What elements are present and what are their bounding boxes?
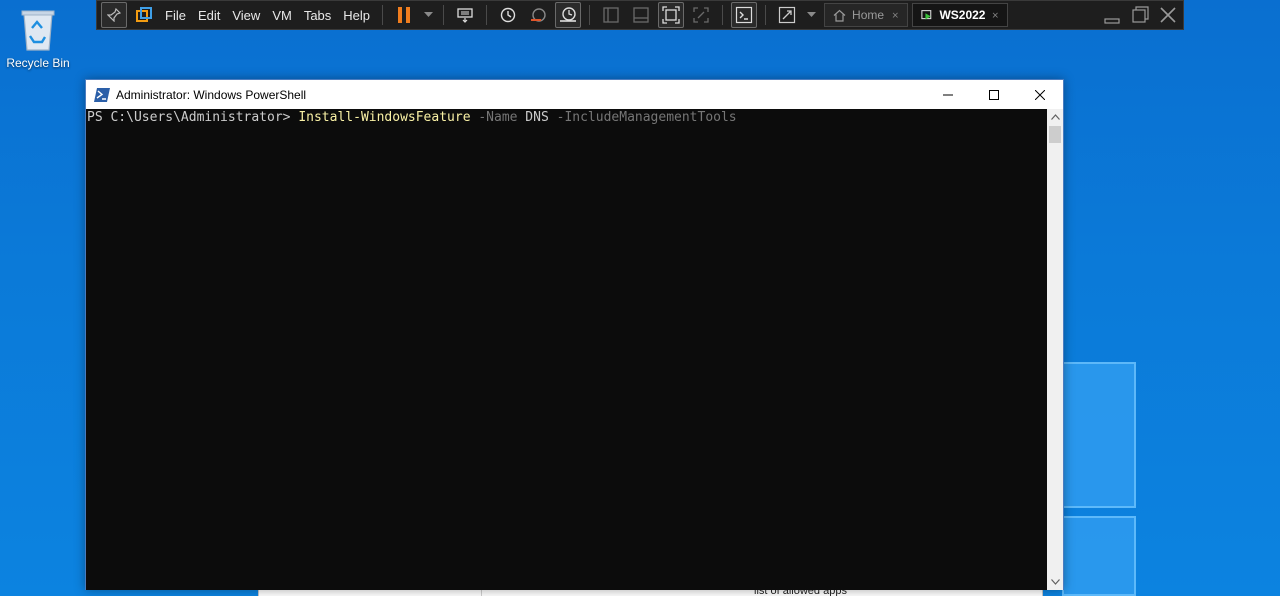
window-controls (925, 80, 1063, 109)
menu-edit[interactable]: Edit (192, 2, 226, 28)
toolbar-divider (382, 5, 384, 25)
snapshot-manager-icon (560, 7, 577, 22)
terminal-icon (735, 6, 753, 24)
snapshot-manager-button[interactable] (555, 2, 582, 28)
vm-toolbar: File Edit View VM Tabs Help Home ⨯ WS202… (96, 0, 1184, 30)
vmware-logo-icon (136, 7, 152, 22)
toolbar-divider (486, 5, 488, 25)
close-icon[interactable] (1159, 6, 1177, 24)
console-area[interactable]: PS C:\Users\Administrator> Install-Windo… (86, 109, 1047, 590)
powershell-titlebar[interactable]: Administrator: Windows PowerShell (86, 80, 1063, 109)
powershell-window: Administrator: Windows PowerShell PS C:\… (85, 79, 1064, 590)
send-ctrl-alt-del-button[interactable] (452, 2, 478, 28)
toolbar-divider (765, 5, 767, 25)
pause-icon (398, 7, 411, 23)
scroll-down-button[interactable] (1047, 574, 1063, 590)
scroll-up-button[interactable] (1047, 109, 1063, 125)
window-title: Administrator: Windows PowerShell (116, 87, 307, 102)
console-command-line: PS C:\Users\Administrator> Install-Windo… (87, 110, 737, 126)
toolbar-divider (589, 5, 591, 25)
console-prompt: PS C:\Users\Administrator> (87, 110, 299, 125)
keyboard-send-icon (457, 8, 473, 23)
console-cmdlet: Install-WindowsFeature (298, 110, 471, 125)
revert-snapshot-icon (531, 8, 546, 22)
tab-close-icon[interactable]: ⨯ (991, 10, 999, 21)
console-parameter-name: -Name (470, 110, 518, 125)
scroll-thumb[interactable] (1049, 126, 1061, 143)
show-thumbnail-bar-button[interactable] (628, 2, 654, 28)
unity-mode-button[interactable] (688, 2, 714, 28)
vmware-logo-button[interactable] (131, 2, 157, 28)
menu-file[interactable]: File (159, 2, 192, 28)
minimize-icon[interactable] (1103, 6, 1121, 24)
recycle-bin-icon (21, 10, 55, 51)
maximize-button[interactable] (971, 80, 1017, 109)
tab-home-label: Home (852, 8, 885, 22)
menu-help[interactable]: Help (337, 2, 376, 28)
stretch-dropdown-button[interactable] (804, 2, 818, 28)
console-view-button[interactable] (731, 2, 758, 28)
pin-toolbar-button[interactable] (101, 2, 127, 28)
full-screen-icon (662, 6, 680, 24)
show-library-button[interactable] (598, 2, 624, 28)
tab-ws2022-label: WS2022 (939, 8, 986, 22)
tab-home[interactable]: Home ⨯ (824, 3, 909, 27)
powershell-icon (94, 87, 110, 102)
console-parameter-switch: -IncludeManagementTools (548, 110, 737, 125)
chevron-down-icon (423, 12, 433, 17)
snapshot-icon (500, 7, 516, 23)
minimize-icon (943, 94, 953, 95)
stretch-guest-button[interactable] (774, 2, 800, 28)
recycle-bin-label: Recycle Bin (6, 56, 70, 70)
snapshot-button[interactable] (495, 2, 521, 28)
chevron-down-icon (806, 12, 816, 17)
vm-running-icon (921, 9, 932, 19)
revert-snapshot-button[interactable] (525, 2, 551, 28)
console-argument: DNS (517, 110, 549, 125)
close-button[interactable] (1017, 80, 1063, 109)
pin-icon (107, 8, 121, 22)
tab-ws2022[interactable]: WS2022 ⨯ (912, 3, 1009, 27)
full-screen-button[interactable] (658, 2, 685, 28)
tab-close-icon[interactable]: ⨯ (891, 10, 899, 21)
vmware-window-controls (1103, 6, 1183, 24)
menu-tabs[interactable]: Tabs (298, 2, 337, 28)
close-icon (1035, 89, 1045, 100)
recycle-bin-shortcut[interactable]: Recycle Bin (2, 6, 74, 70)
chevron-up-icon (1050, 114, 1060, 120)
home-icon (833, 9, 846, 22)
restore-icon[interactable] (1131, 6, 1149, 24)
toolbar-divider (443, 5, 445, 25)
thumbnail-bar-icon (633, 7, 649, 23)
power-dropdown-button[interactable] (421, 2, 435, 28)
vertical-scrollbar[interactable] (1047, 109, 1063, 590)
minimize-button[interactable] (925, 80, 971, 109)
windows-logo-wallpaper (1062, 362, 1280, 596)
toolbar-divider (722, 5, 724, 25)
pause-button[interactable] (391, 2, 417, 28)
library-panel-icon (603, 7, 619, 23)
menu-view[interactable]: View (226, 2, 266, 28)
unity-mode-icon (693, 7, 709, 23)
maximize-icon (989, 89, 999, 100)
menu-vm[interactable]: VM (266, 2, 298, 28)
stretch-icon (778, 6, 796, 24)
chevron-down-icon (1050, 579, 1060, 585)
